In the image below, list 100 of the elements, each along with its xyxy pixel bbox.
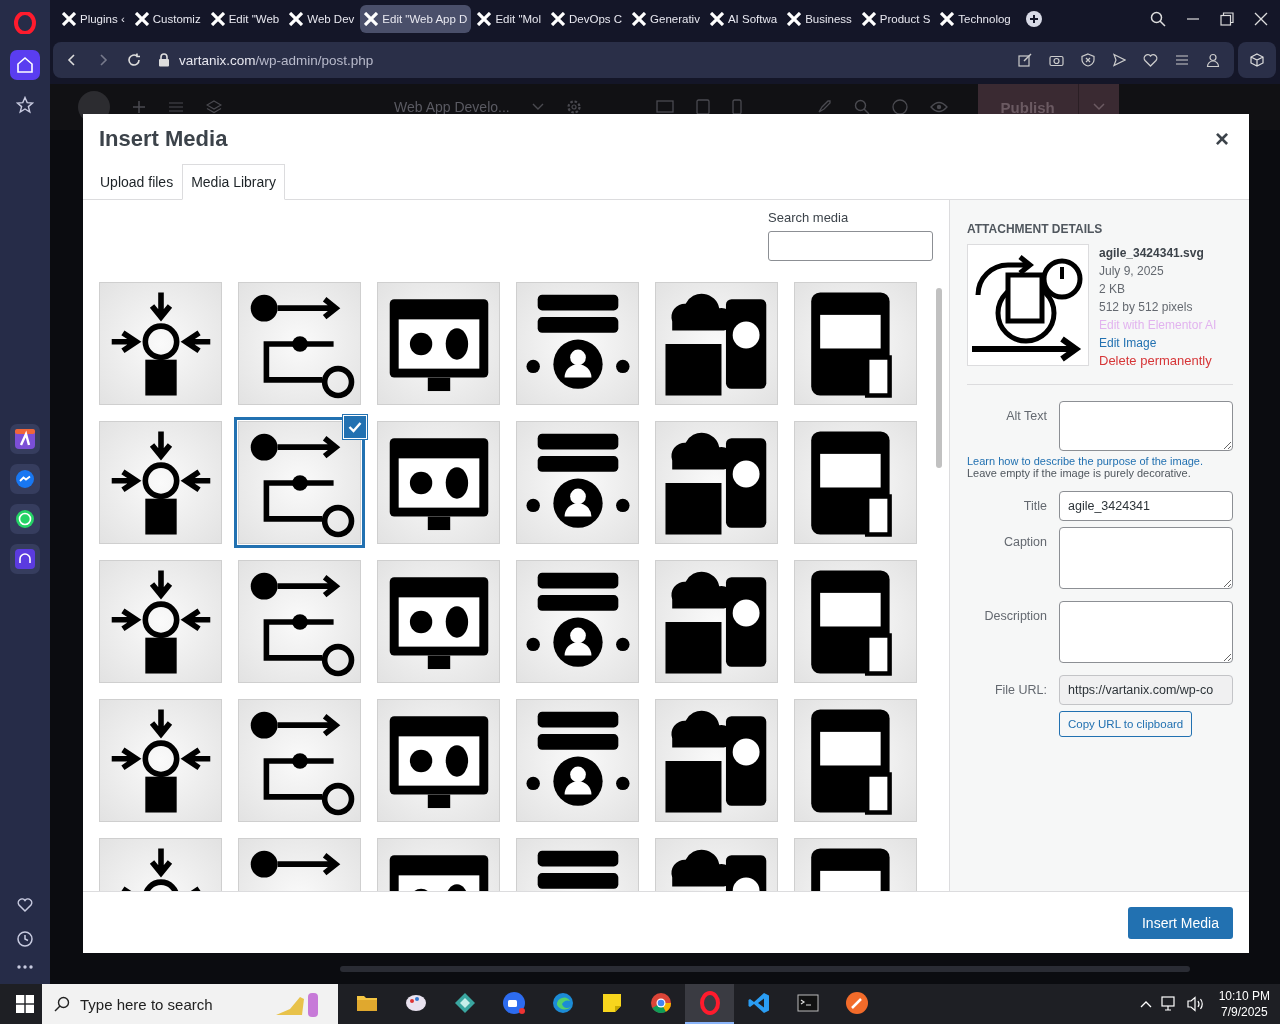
browser-tab[interactable]: Technolog	[936, 5, 1015, 33]
browser-tab[interactable]: Generativ	[628, 5, 704, 33]
home-icon[interactable]	[16, 56, 34, 74]
media-tab[interactable]: Media Library	[182, 164, 285, 200]
edge-icon[interactable]	[550, 991, 575, 1015]
extensions-button[interactable]	[1238, 42, 1276, 78]
media-tab[interactable]: Upload files	[91, 164, 183, 200]
media-thumbnail[interactable]	[238, 560, 361, 683]
media-thumbnail[interactable]	[99, 421, 222, 544]
media-thumbnail[interactable]	[99, 699, 222, 822]
menu-icon[interactable]	[1175, 53, 1189, 67]
chrome-icon[interactable]	[648, 991, 673, 1015]
media-thumbnail[interactable]	[377, 282, 500, 405]
start-button[interactable]	[16, 995, 34, 1013]
media-thumbnail[interactable]	[99, 560, 222, 683]
x-logo-icon[interactable]	[364, 12, 379, 26]
browser-tab[interactable]: Edit "Web App D	[360, 5, 472, 33]
search-icon[interactable]	[853, 99, 870, 115]
insert-media-button[interactable]: Insert Media	[1127, 906, 1233, 939]
media-thumbnail[interactable]	[516, 699, 639, 822]
x-logo-icon[interactable]	[477, 12, 492, 26]
copy-url-button[interactable]: Copy URL to clipboard	[1059, 711, 1193, 737]
x-logo-icon[interactable]	[861, 12, 876, 26]
shield-icon[interactable]	[1081, 53, 1095, 67]
media-thumbnail[interactable]	[794, 421, 917, 544]
tablet-icon[interactable]	[695, 99, 710, 115]
edit-link[interactable]: Edit Image	[1099, 334, 1217, 352]
edit-icon[interactable]	[1018, 53, 1032, 67]
close-icon[interactable]	[1254, 12, 1268, 26]
media-thumbnail[interactable]	[238, 282, 361, 405]
browser-tab[interactable]: Plugins ‹	[58, 5, 129, 33]
browser-tab[interactable]: Edit "Mol	[473, 5, 545, 33]
title-field[interactable]: agile_3424341	[1059, 491, 1233, 521]
media-thumbnail[interactable]	[377, 421, 500, 544]
media-thumbnail[interactable]	[655, 560, 778, 683]
media-thumbnail[interactable]	[655, 282, 778, 405]
browser-tab[interactable]: DevOps C	[547, 5, 627, 33]
video-icon[interactable]	[501, 991, 526, 1015]
check-button[interactable]	[343, 415, 367, 439]
media-thumbnail[interactable]	[794, 282, 917, 405]
camera-icon[interactable]	[1049, 53, 1064, 67]
new-tab-icon[interactable]	[1024, 10, 1043, 28]
layers-icon[interactable]	[206, 99, 222, 115]
search-icon[interactable]	[54, 996, 70, 1012]
media-thumbnail[interactable]	[655, 699, 778, 822]
x-logo-icon[interactable]	[289, 12, 304, 26]
close-button[interactable]: ×	[1211, 125, 1233, 153]
sliders-icon[interactable]	[168, 100, 184, 114]
speaker-icon[interactable]	[1186, 996, 1205, 1012]
x-logo-icon[interactable]	[210, 12, 225, 26]
cube-icon[interactable]	[1250, 53, 1264, 67]
delete-link[interactable]: Delete permanently	[1099, 352, 1217, 370]
taskbar-search-field[interactable]: Type here to search	[42, 984, 338, 1024]
alt-text-field[interactable]	[1059, 401, 1233, 451]
browser-tab[interactable]: Business	[783, 5, 856, 33]
x-logo-icon[interactable]	[551, 12, 565, 26]
star-icon[interactable]	[16, 96, 34, 114]
code-icon[interactable]	[746, 991, 771, 1015]
browser-tab[interactable]: Web Dev	[285, 5, 359, 33]
clock-icon[interactable]	[16, 930, 34, 948]
opera-icon[interactable]	[697, 991, 722, 1015]
send-icon[interactable]	[1112, 53, 1126, 67]
help-link[interactable]: Learn how to describe the purpose of the image.	[967, 455, 1204, 467]
x-logo-icon[interactable]	[709, 12, 724, 26]
file-url-field[interactable]: https://vartanix.com/wp-co	[1059, 675, 1233, 705]
media-thumbnail[interactable]	[99, 282, 222, 405]
home-button[interactable]	[10, 50, 40, 80]
media-thumbnail[interactable]	[516, 560, 639, 683]
clock-time[interactable]: 10:10 PM	[1218, 988, 1270, 1004]
horizontal-scrollbar[interactable]	[340, 966, 1190, 972]
heart-icon[interactable]	[16, 896, 34, 914]
media-thumbnail[interactable]	[516, 421, 639, 544]
search-field[interactable]	[768, 231, 933, 261]
media-thumbnail[interactable]	[238, 699, 361, 822]
media-thumbnail[interactable]	[794, 560, 917, 683]
heart-icon[interactable]	[1143, 53, 1158, 67]
x-logo-icon[interactable]	[134, 12, 149, 26]
clock-date[interactable]: 7/9/2025	[1220, 1004, 1268, 1020]
browser-tab[interactable]: Customiz	[130, 5, 205, 33]
opera-app-button[interactable]	[685, 984, 734, 1024]
search-icon[interactable]	[1150, 11, 1166, 27]
chevron-up-icon[interactable]	[1138, 999, 1153, 1009]
profile-icon[interactable]	[1206, 53, 1220, 67]
address-bar[interactable]: vartanix.com/wp-admin/post.php	[53, 42, 1234, 78]
settings-icon[interactable]	[565, 99, 582, 115]
browser-tab[interactable]: Product S	[857, 5, 935, 33]
media-thumbnail[interactable]	[377, 699, 500, 822]
media-thumbnail[interactable]	[377, 560, 500, 683]
check-icon[interactable]	[348, 421, 362, 433]
more-icon[interactable]	[16, 964, 34, 970]
media-thumbnail[interactable]	[516, 282, 639, 405]
media-thumbnail[interactable]	[794, 699, 917, 822]
phone-icon[interactable]	[731, 99, 742, 115]
terminal-icon[interactable]	[795, 991, 820, 1015]
browser-tab[interactable]: Edit "Web	[206, 5, 284, 33]
reload-icon[interactable]	[127, 53, 141, 67]
restore-icon[interactable]	[1220, 12, 1234, 26]
browser-tab[interactable]: AI Softwa	[705, 5, 782, 33]
x-logo-icon[interactable]	[62, 12, 76, 26]
x-logo-icon[interactable]	[787, 12, 802, 26]
